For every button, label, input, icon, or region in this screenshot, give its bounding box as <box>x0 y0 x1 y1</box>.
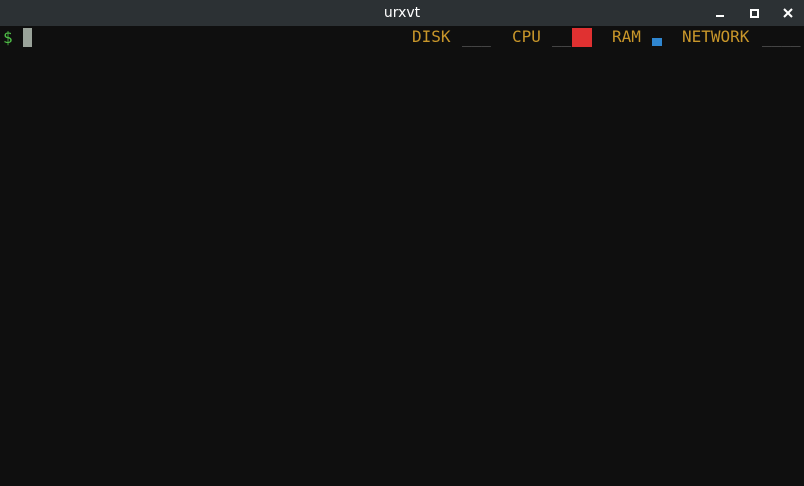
ram-level-meter <box>652 38 662 46</box>
ram-label: RAM <box>612 27 641 46</box>
disk-graph: ___ <box>462 28 491 47</box>
maximize-icon <box>750 9 759 18</box>
shell-prompt: $ <box>3 28 13 47</box>
text-cursor <box>23 28 32 47</box>
cpu-level-meter <box>572 28 592 47</box>
cpu-graph: __ <box>552 28 572 47</box>
close-button[interactable] <box>775 0 801 26</box>
cpu-label: CPU <box>512 27 541 46</box>
terminal-area[interactable]: $ DISK ___ CPU __ RAM NETWORK ____ <box>0 26 804 486</box>
close-icon <box>783 8 793 18</box>
title-bar[interactable]: urxvt <box>0 0 804 26</box>
disk-label: DISK <box>412 27 451 46</box>
terminal-window: urxvt $ DISK ___ CPU __ RAM NETWORK ____ <box>0 0 804 486</box>
network-graph: ____ <box>762 28 801 47</box>
minimize-icon <box>716 15 724 17</box>
maximize-button[interactable] <box>741 0 767 26</box>
window-title: urxvt <box>383 5 421 21</box>
network-label: NETWORK <box>682 27 750 46</box>
minimize-button[interactable] <box>707 0 733 26</box>
